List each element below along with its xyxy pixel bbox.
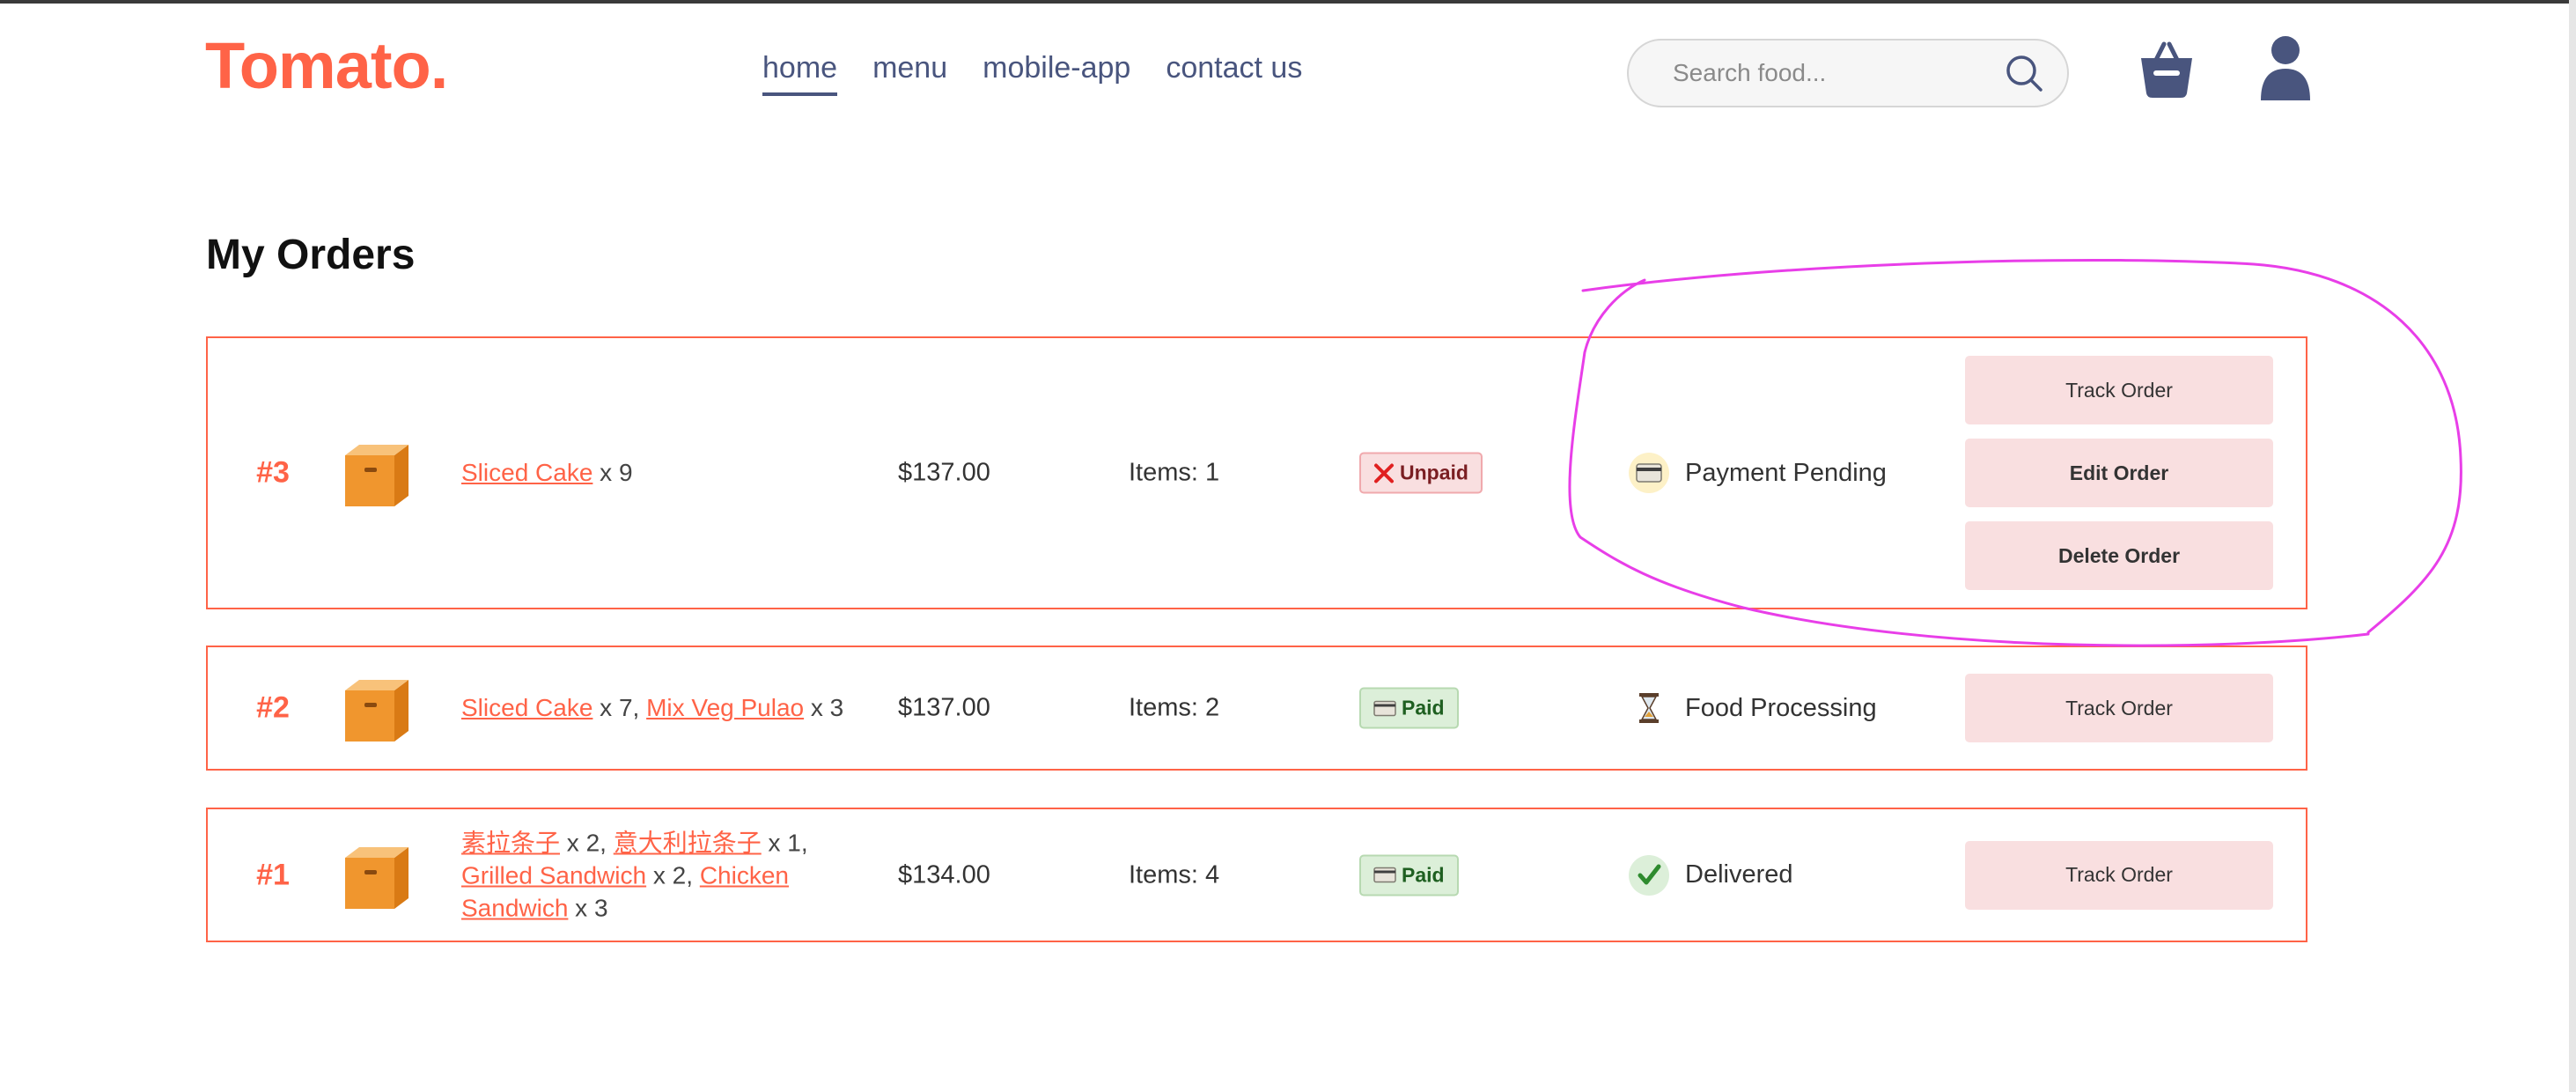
card-icon [1373,867,1396,883]
item-link[interactable]: Sliced Cake [461,459,592,486]
nav-home[interactable]: home [762,51,838,96]
order-actions: Track Order [1965,674,2273,742]
order-status: Food Processing [1629,688,1877,728]
item-link[interactable]: Mix Veg Pulao [646,694,804,721]
payment-badge: Paid [1359,854,1459,896]
item-count: Items: 2 [1129,693,1220,722]
card-icon [1373,700,1396,716]
status-label: Delivered [1685,860,1793,889]
item-link[interactable]: Grilled Sandwich [461,861,646,889]
search-bar [1627,39,2069,107]
track-order-button[interactable]: Track Order [1965,356,2273,424]
item-qty: x 3 [804,694,844,721]
check-icon [1629,854,1669,896]
order-status: Payment Pending [1629,453,1887,493]
order-items: Sliced Cake x 9 [461,456,849,490]
order-card: #2 Sliced Cake x 7, Mix Veg Pulao x 3 $1… [206,646,2307,771]
main-nav: home menu mobile-app contact us [762,51,1302,96]
item-qty: x 3 [568,894,608,921]
search-input[interactable] [1671,58,2004,88]
order-items: 素拉条子 x 2, 意大利拉条子 x 1, Grilled Sandwich x… [461,826,831,924]
order-amount: $137.00 [898,693,990,722]
order-card: #3 Sliced Cake x 9 $137.00 Items: 1 Unpa… [206,336,2307,609]
item-qty: x 9 [592,459,633,486]
window-top-border [0,0,2576,4]
payment-badge: Paid [1359,687,1459,729]
item-count: Items: 1 [1129,458,1220,487]
hourglass-icon [1629,688,1669,728]
parcel-icon [342,840,412,911]
order-number: #2 [256,690,290,725]
item-link[interactable]: Sliced Cake [461,694,592,721]
parcel-icon [342,438,412,508]
nav-contact-us[interactable]: contact us [1166,51,1302,96]
item-qty: x 2, [560,829,614,856]
order-amount: $134.00 [898,860,990,889]
basket-icon[interactable] [2138,39,2196,100]
item-count: Items: 4 [1129,860,1220,889]
logo[interactable]: Tomato. [205,33,448,99]
status-label: Payment Pending [1685,458,1887,487]
order-items: Sliced Cake x 7, Mix Veg Pulao x 3 [461,691,919,725]
search-icon[interactable] [2004,53,2044,93]
user-icon[interactable] [2259,35,2312,100]
order-actions: Track Order Edit Order Delete Order [1965,356,2273,590]
status-label: Food Processing [1685,693,1877,722]
x-icon [1374,463,1394,483]
card-icon [1629,453,1669,493]
edit-order-button[interactable]: Edit Order [1965,439,2273,507]
nav-mobile-app[interactable]: mobile-app [983,51,1130,96]
item-qty: x 7, [592,694,647,721]
parcel-icon [342,673,412,743]
item-qty: x 2, [646,861,700,889]
payment-label: Unpaid [1400,461,1468,484]
track-order-button[interactable]: Track Order [1965,840,2273,910]
order-actions: Track Order [1965,840,2273,910]
order-status: Delivered [1629,854,1793,896]
page-title: My Orders [206,232,416,278]
payment-badge: Unpaid [1359,452,1483,494]
window-right-edge [2569,0,2576,1092]
payment-label: Paid [1402,863,1445,886]
order-card: #1 素拉条子 x 2, 意大利拉条子 x 1, Grilled Sandwic… [206,808,2307,942]
item-qty: x 1, [761,829,808,856]
item-link[interactable]: 意大利拉条子 [614,829,762,856]
delete-order-button[interactable]: Delete Order [1965,521,2273,590]
item-link[interactable]: 素拉条子 [461,829,560,856]
payment-label: Paid [1402,696,1445,719]
order-amount: $137.00 [898,458,990,487]
nav-menu[interactable]: menu [872,51,947,96]
track-order-button[interactable]: Track Order [1965,674,2273,742]
order-number: #3 [256,455,290,490]
order-number: #1 [256,858,290,891]
